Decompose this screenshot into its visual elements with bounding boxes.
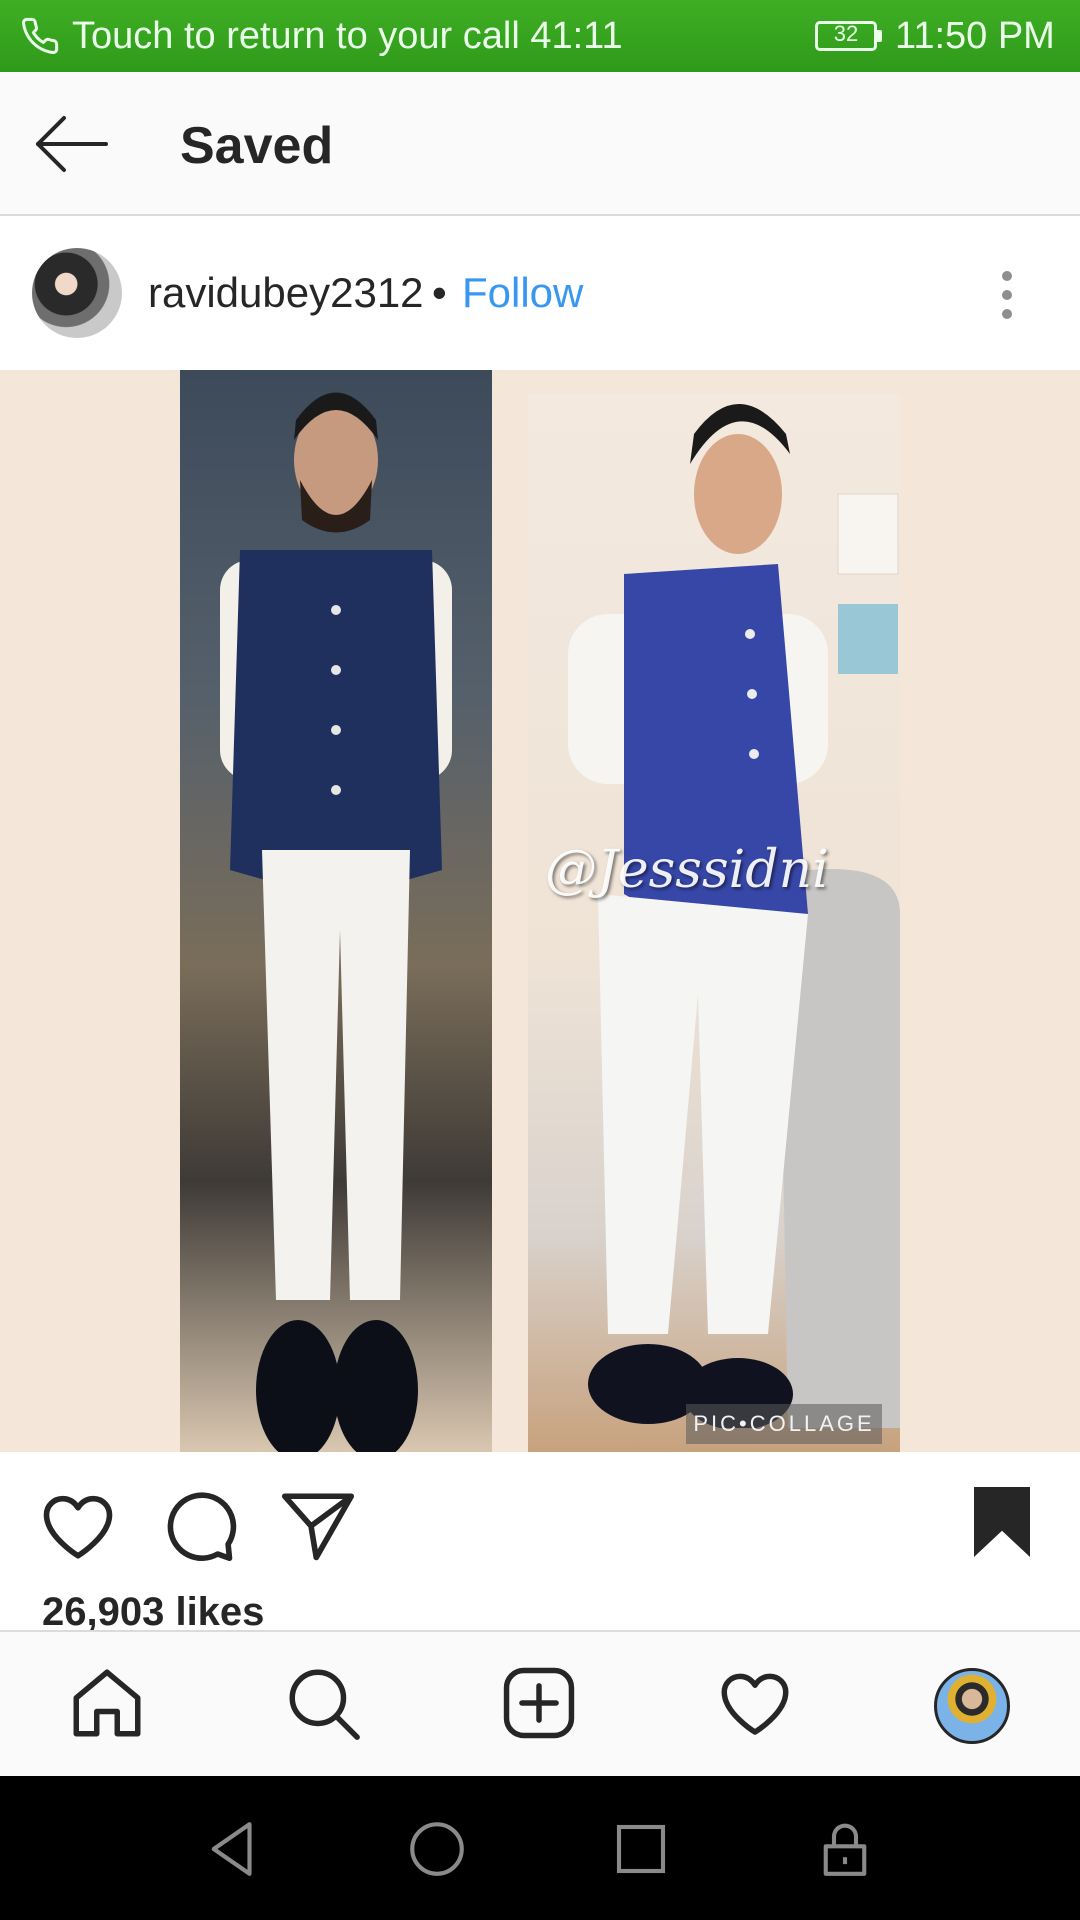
follow-button[interactable]: Follow (462, 268, 583, 318)
like-heart-icon[interactable] (36, 1484, 120, 1568)
battery-cap (877, 30, 882, 42)
home-circle-icon[interactable] (404, 1816, 470, 1882)
page-title: Saved (180, 117, 334, 175)
share-direct-icon[interactable] (276, 1484, 360, 1568)
person-illustration-right (568, 404, 900, 1430)
battery-level: 32 (833, 21, 859, 46)
bookmark-saved-icon[interactable] (960, 1480, 1044, 1564)
post-header: ravidubey2312 • Follow (0, 216, 1080, 371)
call-timer: 41:11 (530, 15, 623, 57)
pic-collage-tag: PIC•COLLAGE (686, 1404, 882, 1444)
back-icon[interactable] (200, 1816, 266, 1882)
profile-avatar[interactable] (934, 1668, 1010, 1744)
likes-count[interactable]: 26,903 likes (42, 1588, 264, 1636)
back-arrow-icon[interactable] (30, 108, 114, 180)
phone-call-icon (22, 17, 59, 54)
collage-photo-left (180, 370, 492, 1452)
post-image[interactable]: @Jesssidni PIC•COLLAGE (0, 370, 1080, 1452)
collage-photo-right (528, 394, 900, 1452)
home-icon[interactable] (66, 1662, 148, 1744)
user-avatar[interactable] (32, 248, 122, 338)
separator-dot: • (432, 269, 447, 316)
lock-icon[interactable] (812, 1816, 878, 1882)
page-header: Saved (0, 72, 1080, 216)
search-icon[interactable] (282, 1662, 364, 1744)
return-to-call-text[interactable]: Touch to return to your call 41:11 (72, 14, 623, 58)
status-bar[interactable]: Touch to return to your call 41:11 32 11… (0, 0, 1080, 72)
comment-icon[interactable] (156, 1484, 240, 1568)
bottom-nav (0, 1630, 1080, 1776)
image-watermark: @Jesssidni (545, 840, 829, 900)
system-nav-bar (0, 1776, 1080, 1920)
activity-heart-icon[interactable] (714, 1662, 796, 1744)
person-illustration-left (220, 392, 452, 1452)
add-post-icon[interactable] (498, 1662, 580, 1744)
post-actions: 26,903 likes (0, 1452, 1080, 1634)
recents-icon[interactable] (608, 1816, 674, 1882)
more-options-icon[interactable] (992, 268, 1022, 322)
clock: 11:50 PM (895, 15, 1055, 57)
post-username[interactable]: ravidubey2312 (148, 268, 424, 318)
